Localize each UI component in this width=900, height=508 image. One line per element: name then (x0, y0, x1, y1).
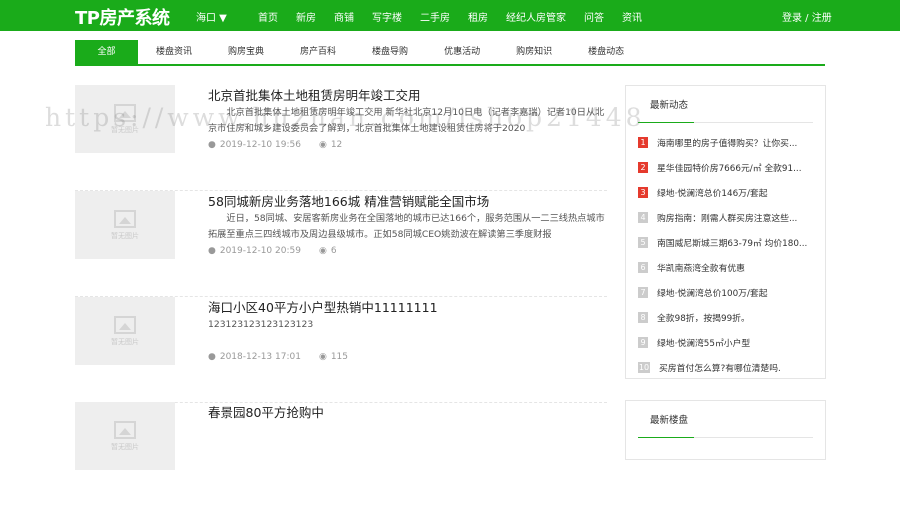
article-views: 6 (330, 246, 337, 256)
news-item[interactable]: 9 绿地·悦澜湾55㎡小户型 (638, 330, 813, 355)
nav-home[interactable]: 首页 (258, 9, 278, 24)
clock-icon: ● (208, 140, 216, 150)
news-item[interactable]: 1 海南哪里的房子值得购买？让你买... (638, 130, 813, 155)
main-nav: 首页 新房 商铺 写字楼 二手房 租房 经纪人房管家 问答 资讯 (258, 9, 660, 24)
news-item[interactable]: 7 绿地·悦澜湾总价100万/套起 (638, 280, 813, 305)
nav-office[interactable]: 写字楼 (372, 9, 402, 24)
clock-icon: ● (208, 246, 216, 256)
news-item[interactable]: 4 购房指南：刚需人群买房注意这些... (638, 205, 813, 230)
tab-buying-guide[interactable]: 购房宝典 (210, 40, 282, 64)
logo[interactable]: TP房产系统 (75, 4, 170, 30)
tab-estate-guide[interactable]: 楼盘导购 (354, 40, 426, 64)
news-item[interactable]: 5 南国威尼斯城三期63-79㎡ 均价180... (638, 230, 813, 255)
clock-icon: ● (208, 352, 216, 362)
tab-knowledge[interactable]: 购房知识 (498, 40, 570, 64)
article-title[interactable]: 北京首批集体土地租赁房明年竣工交用 (208, 85, 421, 104)
nav-news[interactable]: 资讯 (622, 9, 642, 24)
panel-title: 最新楼盘 (638, 401, 813, 438)
news-item[interactable]: 3 绿地·悦澜湾总价146万/套起 (638, 180, 813, 205)
article-title[interactable]: 海口小区40平方小户型热销中11111111 (208, 297, 438, 316)
article-thumbnail[interactable]: 暂无图片 (75, 191, 175, 259)
latest-news-panel: 最新动态 1 海南哪里的房子值得购买？让你买... 2 星华佳园特价房7666元/㎡… (625, 85, 826, 379)
category-tabs: 全部 楼盘资讯 购房宝典 房产百科 楼盘导购 优惠活动 购房知识 楼盘动态 (75, 40, 825, 66)
image-placeholder-icon (114, 420, 136, 439)
article-date: 2019-12-10 19:56 (219, 140, 301, 150)
article-summary: 北京首批集体土地租赁房明年竣工交用 新华社北京12月10日电（记者李嘉瑞）记者1… (208, 107, 605, 134)
panel-title: 最新动态 (638, 86, 813, 123)
article-thumbnail[interactable]: 暂无图片 (75, 297, 175, 365)
nav-agent[interactable]: 经纪人房管家 (506, 9, 566, 24)
latest-estates-panel: 最新楼盘 (625, 400, 826, 460)
top-header: TP房产系统 海口 ▼ 首页 新房 商铺 写字楼 二手房 租房 经纪人房管家 问… (0, 0, 900, 31)
eye-icon: ◉ (318, 140, 327, 150)
image-placeholder-icon (114, 103, 136, 122)
image-placeholder-icon (114, 209, 136, 228)
eye-icon: ◉ (318, 246, 327, 256)
article-views: 12 (330, 140, 343, 150)
nav-second-hand[interactable]: 二手房 (420, 9, 450, 24)
article-title[interactable]: 春景园80平方抢购中 (208, 402, 324, 421)
login-register-link[interactable]: 登录 / 注册 (782, 9, 832, 24)
city-selector[interactable]: 海口 ▼ (196, 9, 227, 24)
article-views: 115 (330, 352, 349, 362)
image-placeholder-icon (114, 315, 136, 334)
article-item[interactable]: 暂无图片 北京首批集体土地租赁房明年竣工交用 北京首批集体土地租赁房明年竣工交用… (75, 85, 607, 191)
tab-encyclopedia[interactable]: 房产百科 (282, 40, 354, 64)
eye-icon: ◉ (318, 352, 327, 362)
news-item[interactable]: 10 买房首付怎么算?有哪位清楚吗. (638, 355, 813, 380)
article-summary: 近日，58同城、安居客新房业务在全国落地的城市已达166个，服务范围从一二三线热… (208, 213, 605, 240)
tab-estate-news[interactable]: 楼盘资讯 (138, 40, 210, 64)
nav-shops[interactable]: 商铺 (334, 9, 354, 24)
article-thumbnail[interactable]: 暂无图片 (75, 85, 175, 153)
nav-new-house[interactable]: 新房 (296, 9, 316, 24)
news-item[interactable]: 8 全款98折，按揭99折。 (638, 305, 813, 330)
tab-promotions[interactable]: 优惠活动 (426, 40, 498, 64)
nav-rent[interactable]: 租房 (468, 9, 488, 24)
article-summary: 123123123123123123 (208, 319, 314, 330)
tab-all[interactable]: 全部 (75, 40, 138, 64)
news-item[interactable]: 6 华凯南燕湾全款有优惠 (638, 255, 813, 280)
article-title[interactable]: 58同城新房业务落地166城 精准营销赋能全国市场 (208, 191, 489, 210)
article-item[interactable]: 暂无图片 58同城新房业务落地166城 精准营销赋能全国市场 近日，58同城、安… (75, 191, 607, 297)
article-date: 2018-12-13 17:01 (219, 352, 301, 362)
tab-estate-updates[interactable]: 楼盘动态 (570, 40, 642, 64)
article-thumbnail[interactable]: 暂无图片 (75, 402, 175, 470)
article-item[interactable]: 暂无图片 海口小区40平方小户型热销中11111111 123123123123… (75, 297, 607, 403)
nav-qa[interactable]: 问答 (584, 9, 604, 24)
article-item[interactable]: 暂无图片 春景园80平方抢购中 (75, 402, 607, 508)
news-item[interactable]: 2 星华佳园特价房7666元/㎡ 全款91... (638, 155, 813, 180)
article-date: 2019-12-10 20:59 (219, 246, 301, 256)
